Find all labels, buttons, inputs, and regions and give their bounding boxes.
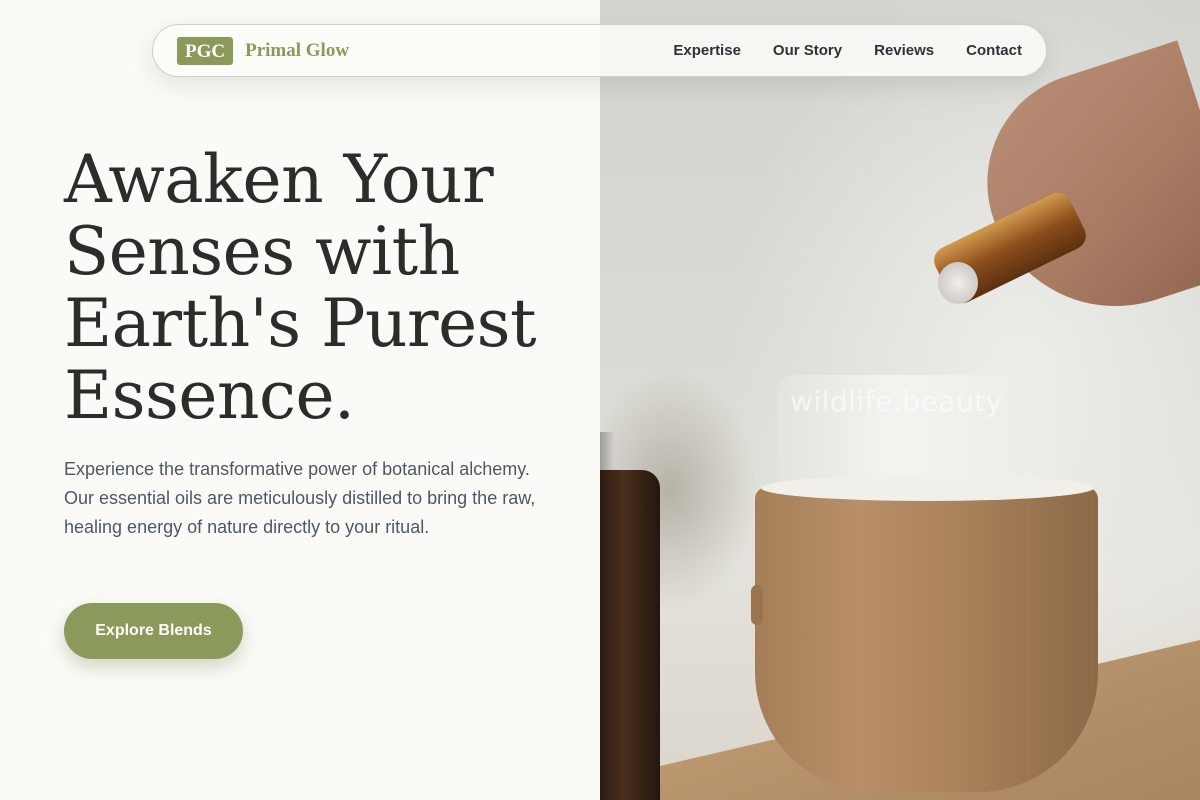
nav-link-our-story[interactable]: Our Story	[773, 42, 842, 59]
nav-link-reviews[interactable]: Reviews	[874, 42, 934, 59]
hero-headline: Awaken Your Senses with Earth's Purest E…	[64, 141, 537, 434]
diffuser-rim	[761, 475, 1094, 501]
diffuser-base	[755, 487, 1098, 792]
nav-link-contact[interactable]: Contact	[966, 42, 1022, 59]
hero-subtext: Experience the transformative power of b…	[64, 459, 536, 537]
diffuser-button	[751, 585, 763, 625]
logo-badge: PGC	[177, 36, 234, 65]
diffuser	[751, 375, 1100, 795]
nav-link-expertise[interactable]: Expertise	[673, 42, 741, 59]
nav-links: Expertise Our Story Reviews Contact	[641, 42, 1022, 59]
explore-blends-button[interactable]: Explore Blends	[64, 603, 243, 659]
top-nav: PGC Primal Glow Expertise Our Story Revi…	[152, 24, 1047, 77]
image-watermark: wildlife.beauty	[790, 385, 1003, 418]
amber-bottle	[600, 470, 660, 800]
dropper-tip	[938, 262, 978, 304]
brand[interactable]: PGC Primal Glow	[177, 36, 350, 65]
brand-name: Primal Glow	[245, 39, 350, 61]
